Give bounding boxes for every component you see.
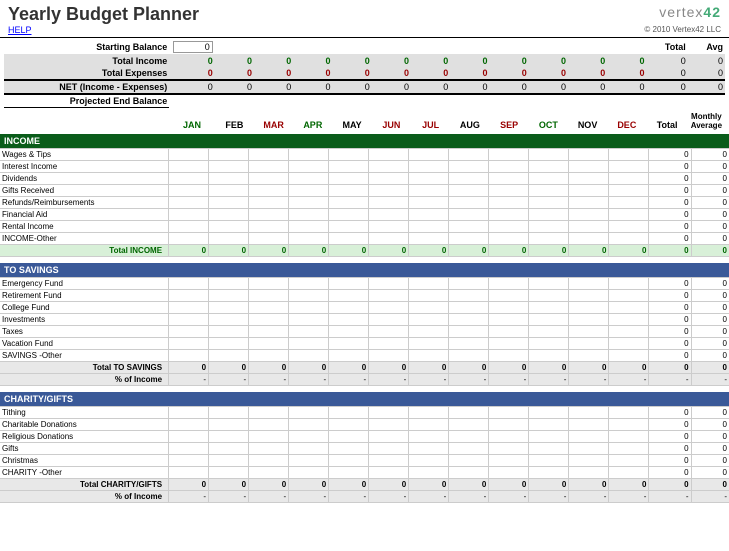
data-row: Emergency Fund00 <box>0 277 729 289</box>
starting-balance-label: Starting Balance <box>4 40 169 54</box>
net-row: NET (Income - Expenses) 000000000000 00 <box>4 80 725 94</box>
summary-table: Starting Balance 0 Total Avg Total Incom… <box>4 40 725 132</box>
savings-section-header: TO SAVINGS <box>0 263 729 277</box>
data-row: Taxes00 <box>0 325 729 337</box>
data-row: Tithing00 <box>0 406 729 418</box>
vertex42-logo: vertex42 <box>659 4 721 20</box>
income-section-header: INCOME <box>0 134 729 148</box>
data-row: Christmas00 <box>0 454 729 466</box>
data-row: Wages & Tips00 <box>0 148 729 160</box>
charity-table: Tithing00Charitable Donations00Religious… <box>0 406 729 503</box>
data-row: CHARITY -Other00 <box>0 466 729 478</box>
data-row: Retirement Fund00 <box>0 289 729 301</box>
section-total-row: Total INCOME00000000000000 <box>0 244 729 256</box>
section-total-row: Total CHARITY/GIFTS00000000000000 <box>0 478 729 490</box>
pct-of-income-row: % of Income-------------- <box>0 490 729 502</box>
projected-row: Projected End Balance <box>4 94 725 108</box>
section-total-row: Total TO SAVINGS00000000000000 <box>0 361 729 373</box>
income-table: Wages & Tips00Interest Income00Dividends… <box>0 148 729 257</box>
data-row: Financial Aid00 <box>0 208 729 220</box>
month-headers: JAN FEB MAR APR MAY JUN JUL AUG SEP OCT … <box>4 108 725 132</box>
page-title: Yearly Budget Planner <box>8 4 199 25</box>
data-row: Charitable Donations00 <box>0 418 729 430</box>
total-income-row: Total Income 000000000000 00 <box>4 54 725 67</box>
data-row: INCOME-Other00 <box>0 232 729 244</box>
data-row: College Fund00 <box>0 301 729 313</box>
total-expenses-row: Total Expenses 000000000000 00 <box>4 67 725 80</box>
help-link[interactable]: HELP <box>8 25 32 35</box>
data-row: Interest Income00 <box>0 160 729 172</box>
data-row: Vacation Fund00 <box>0 337 729 349</box>
charity-section-header: CHARITY/GIFTS <box>0 392 729 406</box>
data-row: Rental Income00 <box>0 220 729 232</box>
data-row: Gifts00 <box>0 442 729 454</box>
copyright: © 2010 Vertex42 LLC <box>644 25 721 35</box>
avg-header: Avg <box>688 40 725 54</box>
data-row: Refunds/Reimbursements00 <box>0 196 729 208</box>
pct-of-income-row: % of Income-------------- <box>0 373 729 385</box>
data-row: Religious Donations00 <box>0 430 729 442</box>
data-row: Investments00 <box>0 313 729 325</box>
data-row: Gifts Received00 <box>0 184 729 196</box>
data-row: SAVINGS -Other00 <box>0 349 729 361</box>
total-header: Total <box>646 40 687 54</box>
starting-balance-input[interactable]: 0 <box>173 41 213 53</box>
savings-table: Emergency Fund00Retirement Fund00College… <box>0 277 729 386</box>
data-row: Dividends00 <box>0 172 729 184</box>
